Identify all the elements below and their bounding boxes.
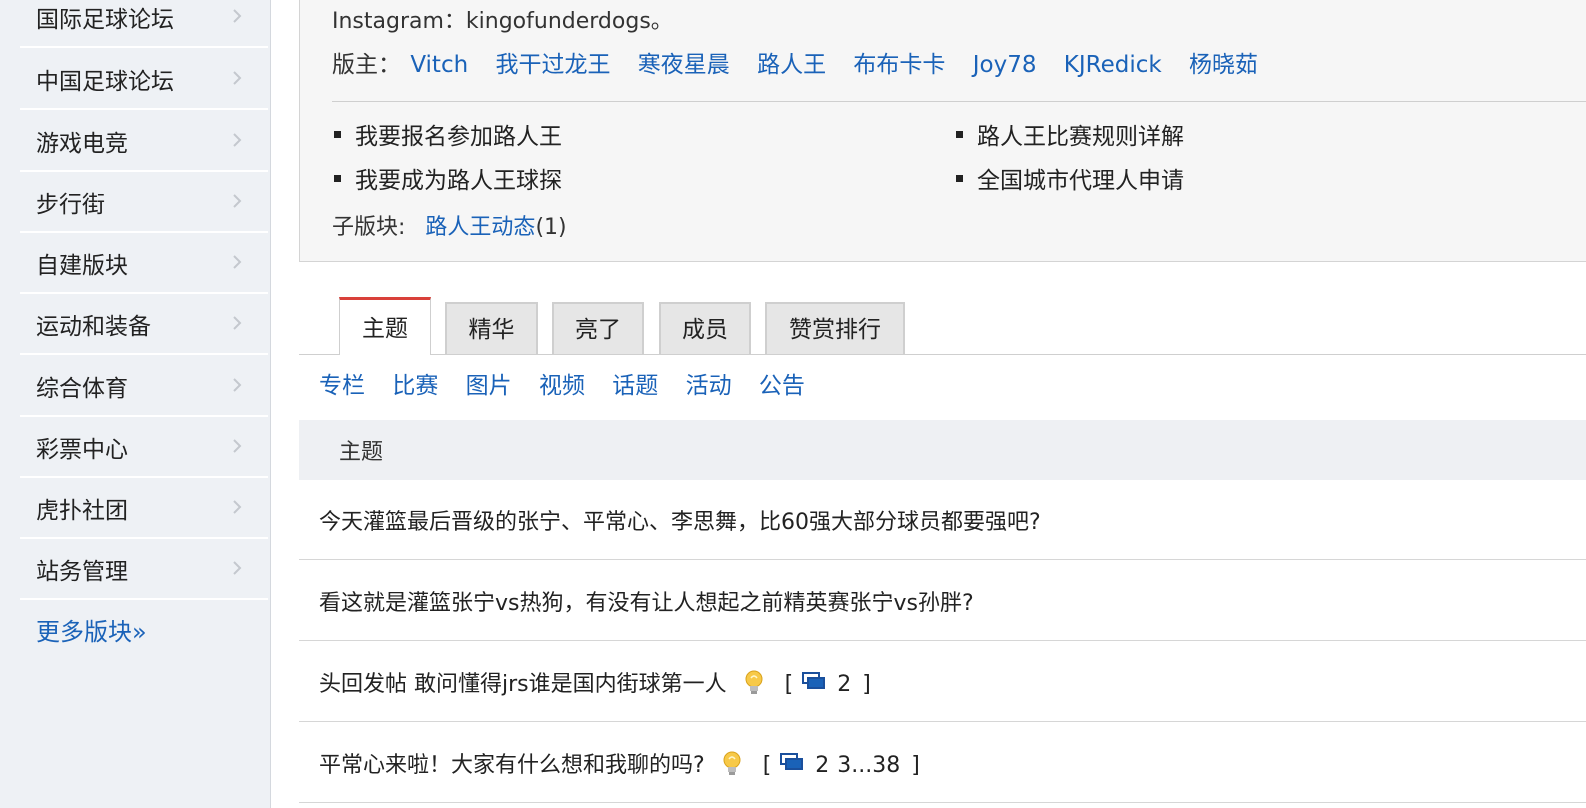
sidebar-item[interactable]: 中国足球论坛 <box>20 50 268 110</box>
city-agent-link[interactable]: 全国城市代理人申请 <box>956 161 1184 195</box>
filter-event[interactable]: 活动 <box>686 373 732 399</box>
tab-topics[interactable]: 主题 <box>339 297 431 355</box>
chevron-right-icon <box>232 499 246 517</box>
lightbulb-icon <box>744 670 764 696</box>
rules-link[interactable]: 路人王比赛规则详解 <box>956 117 1184 151</box>
chevron-right-icon <box>232 315 246 333</box>
filter-announcement[interactable]: 公告 <box>759 373 805 399</box>
chevron-right-icon <box>232 193 246 211</box>
moderator-link[interactable]: 布布卡卡 <box>853 52 945 78</box>
page-stack-icon <box>779 752 805 772</box>
subforum-link[interactable]: 路人王动态 <box>425 215 535 240</box>
thread-title-link[interactable]: 今天灌篮最后晋级的张宁、平常心、李思舞，比60强大部分球员都要强吧? <box>319 504 1041 536</box>
bullet-square-icon <box>956 131 963 138</box>
sidebar-item-label: 步行街 <box>36 192 105 218</box>
bullet-square-icon <box>334 175 341 182</box>
column-header-topic: 主题 <box>339 440 384 465</box>
moderator-link[interactable]: 我干过龙王 <box>495 52 610 78</box>
thread-row: 看这就是灌篮张宁vs热狗，有没有让人想起之前精英赛张宁vs孙胖? <box>299 561 1586 641</box>
chevron-right-icon <box>232 70 246 88</box>
filter-column[interactable]: 专栏 <box>319 373 365 399</box>
more-forums-link[interactable]: 更多版块» <box>36 612 147 647</box>
sidebar-item-label: 彩票中心 <box>36 437 128 463</box>
tab-featured[interactable]: 精华 <box>445 302 538 354</box>
forum-description: Instagram：kingofunderdogs。 <box>332 9 673 34</box>
filter-image[interactable]: 图片 <box>466 373 512 399</box>
link-label: 我要成为路人王球探 <box>355 168 562 194</box>
sidebar-item[interactable]: 虎扑社团 <box>20 479 268 539</box>
moderators-line: 版主： Vitch 我干过龙王 寒夜星晨 路人王 布布卡卡 Joy78 KJRe… <box>332 45 1278 79</box>
divider <box>332 101 1586 102</box>
scout-link[interactable]: 我要成为路人王球探 <box>334 161 562 195</box>
moderator-link[interactable]: 路人王 <box>757 52 826 78</box>
sidebar-item-label: 国际足球论坛 <box>36 7 174 33</box>
chevron-right-icon <box>232 438 246 456</box>
link-label: 我要报名参加路人王 <box>355 124 562 150</box>
page-link[interactable]: 3...38 <box>837 753 900 778</box>
thread-title-wrap: 平常心来啦！大家有什么想和我聊的吗? [ 2 3...38 ] <box>319 747 920 779</box>
filter-video[interactable]: 视频 <box>539 373 585 399</box>
subforum-label: 子版块: <box>332 215 406 240</box>
chevron-right-icon <box>232 8 246 26</box>
filter-topic[interactable]: 话题 <box>612 373 658 399</box>
signup-link[interactable]: 我要报名参加路人王 <box>334 117 562 151</box>
page-stack-icon <box>801 671 827 691</box>
sidebar-item[interactable]: 综合体育 <box>20 357 268 417</box>
chevron-right-icon <box>232 132 246 150</box>
moderator-link[interactable]: 杨晓茹 <box>1189 52 1258 78</box>
sidebar: 国际足球论坛 中国足球论坛 游戏电竞 步行街 自建版块 运动和装备 综合体育 彩… <box>0 0 271 808</box>
thread-row: 今天灌篮最后晋级的张宁、平常心、李思舞，比60强大部分球员都要强吧? <box>299 480 1586 560</box>
sidebar-item-label: 虎扑社团 <box>36 498 128 524</box>
bullet-square-icon <box>334 131 341 138</box>
thread-title-wrap: 头回发帖 敢问懂得jrs谁是国内街球第一人 [ 2 ] <box>319 666 871 698</box>
sidebar-item-label: 站务管理 <box>36 559 128 585</box>
thread-row: 平常心来啦！大家有什么想和我聊的吗? [ 2 3...38 ] <box>299 723 1586 803</box>
page-links: [ 2 ] <box>784 671 871 697</box>
moderator-link[interactable]: Vitch <box>410 52 468 78</box>
tab-highlights[interactable]: 亮了 <box>552 302 644 354</box>
chevron-right-icon <box>232 254 246 272</box>
sidebar-item-label: 中国足球论坛 <box>36 69 174 95</box>
sidebar-item-label: 自建版块 <box>36 253 128 279</box>
sidebar-item[interactable]: 彩票中心 <box>20 418 268 478</box>
chevron-right-icon <box>232 560 246 578</box>
bullet-square-icon <box>956 175 963 182</box>
thread-list-header: 主题 <box>299 420 1586 480</box>
thread-title-link[interactable]: 头回发帖 敢问懂得jrs谁是国内街球第一人 <box>319 672 727 697</box>
moderators-label: 版主： <box>332 52 401 78</box>
moderator-link[interactable]: Joy78 <box>973 52 1037 78</box>
thread-title-link[interactable]: 平常心来啦！大家有什么想和我聊的吗? <box>319 753 705 778</box>
chevron-right-icon <box>232 377 246 395</box>
thread-row: 头回发帖 敢问懂得jrs谁是国内街球第一人 [ 2 ] <box>299 642 1586 722</box>
moderator-link[interactable]: KJRedick <box>1064 52 1162 78</box>
sidebar-item[interactable]: 运动和装备 <box>20 295 268 355</box>
sidebar-item[interactable]: 国际足球论坛 <box>20 0 268 48</box>
filter-match[interactable]: 比赛 <box>392 373 438 399</box>
sidebar-item[interactable]: 自建版块 <box>20 234 268 294</box>
sidebar-item[interactable]: 步行街 <box>20 173 268 233</box>
moderator-link[interactable]: 寒夜星晨 <box>638 52 730 78</box>
filter-bar: 专栏 比赛 图片 视频 话题 活动 公告 <box>319 366 825 400</box>
tab-members[interactable]: 成员 <box>659 302 751 354</box>
link-label: 全国城市代理人申请 <box>977 168 1184 194</box>
sidebar-item-label: 游戏电竞 <box>36 131 128 157</box>
page-links: [ 2 3...38 ] <box>762 752 920 778</box>
sidebar-item[interactable]: 游戏电竞 <box>20 112 268 172</box>
link-label: 路人王比赛规则详解 <box>977 124 1184 150</box>
thread-title-link[interactable]: 看这就是灌篮张宁vs热狗，有没有让人想起之前精英赛张宁vs孙胖? <box>319 585 974 617</box>
subforum-line: 子版块: 路人王动态(1) <box>332 209 567 241</box>
sidebar-item-label: 综合体育 <box>36 376 128 402</box>
sidebar-item-label: 运动和装备 <box>36 314 151 340</box>
tab-reward-ranking[interactable]: 赞赏排行 <box>765 302 905 354</box>
subforum-count: (1) <box>535 215 567 240</box>
sidebar-item[interactable]: 站务管理 <box>20 540 268 600</box>
lightbulb-icon <box>722 751 742 777</box>
forum-info-box: Instagram：kingofunderdogs。 版主： Vitch 我干过… <box>299 0 1586 262</box>
page-link[interactable]: 2 <box>815 753 829 778</box>
page-link[interactable]: 2 <box>837 672 851 697</box>
